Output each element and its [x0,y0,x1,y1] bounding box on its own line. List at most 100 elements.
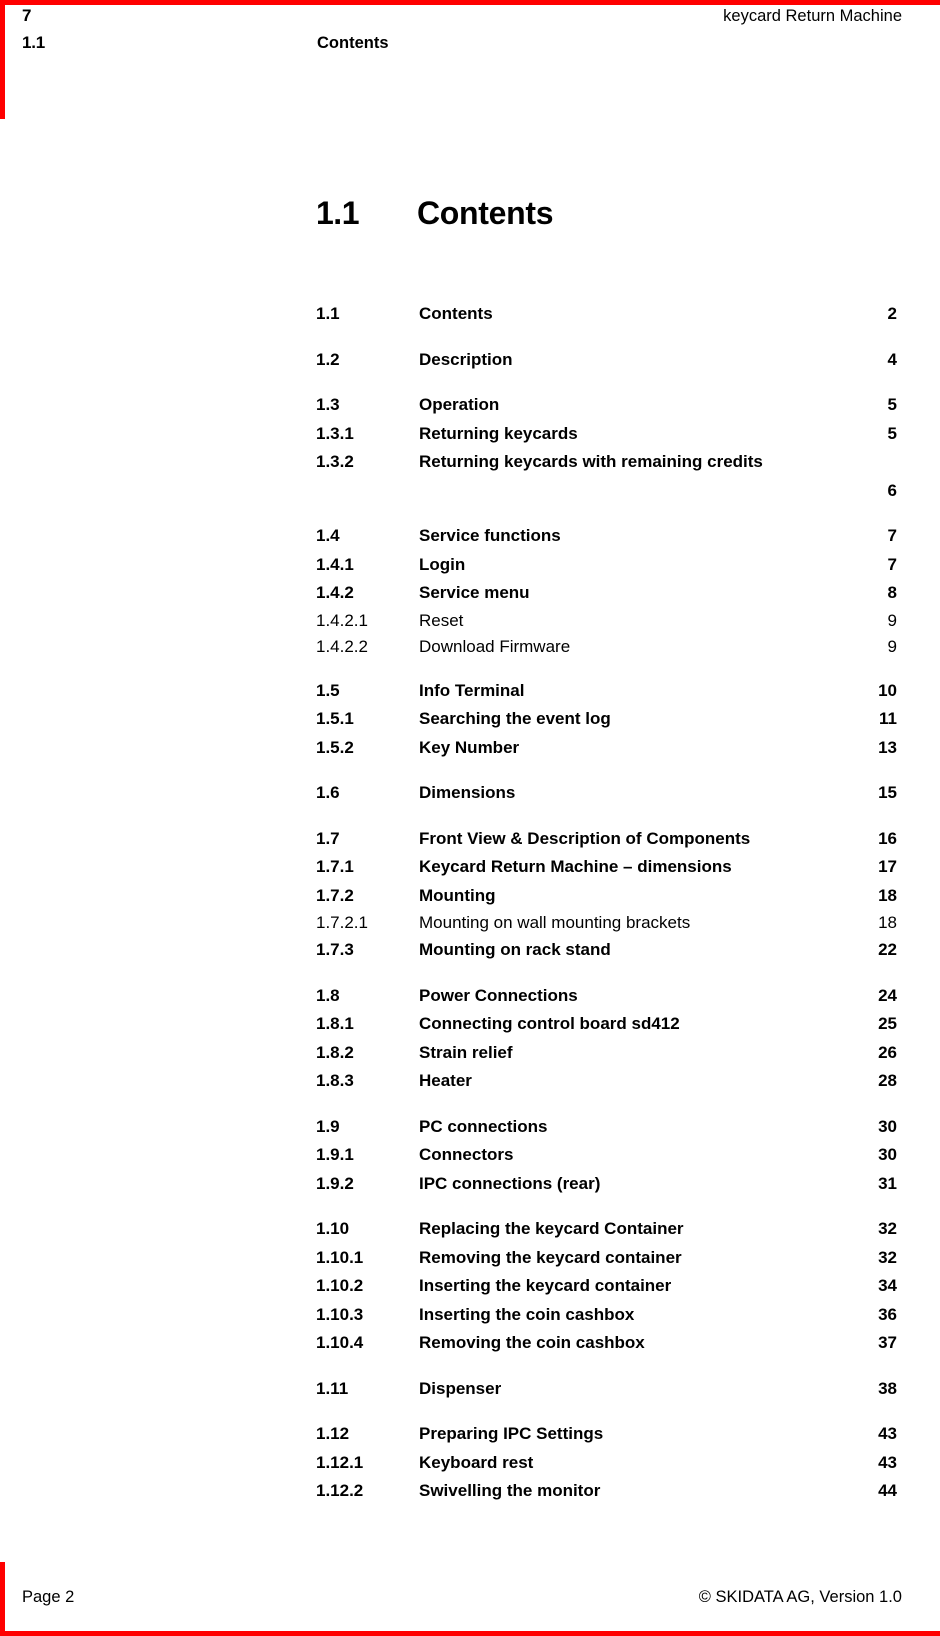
toc-entry[interactable]: 1.3.1 Returning keycards 5 [316,420,897,449]
toc-entry-title: IPC connections (rear) [419,1173,601,1193]
toc-entry-page-number: 7 [887,526,897,545]
toc-entry-number: 1.8.2 [316,1042,354,1062]
toc-entry-title: Power Connections [419,985,578,1005]
toc-entry[interactable]: 1.8 Power Connections 24 [316,982,897,1011]
toc-entry-page-number: 38 [878,1378,897,1398]
toc-entry-title: Contents [419,304,493,323]
page-title: 1.1 Contents [316,195,916,241]
toc-entry[interactable]: 1.10.4 Removing the coin cashbox 37 [316,1329,897,1358]
toc-entry[interactable]: 1.3.2 Returning keycards with remaining c… [316,448,897,505]
toc-entry[interactable]: 1.2 Description 4 [316,346,897,375]
toc-entry-title: PC connections [419,1116,548,1136]
toc-group: 1.11 Dispenser 38 [316,1375,897,1404]
toc-entry[interactable]: 1.5.2 Key Number 13 [316,734,897,763]
toc-entry-title: Dispenser [419,1378,502,1398]
toc-entry-number: 1.3 [316,395,340,414]
toc-entry-page-number: 9 [887,610,897,630]
toc-entry-title: Heater [419,1071,472,1090]
header-row-chapter: 7 keycard Return Machine [22,6,902,33]
toc-entry[interactable]: 1.7.1 Keycard Return Machine – dimensions… [316,853,897,882]
toc-entry[interactable]: 1.4.1 Login 7 [316,551,897,580]
toc-entry-page-number: 18 [878,885,897,905]
toc-entry-title: Connectors [419,1145,514,1164]
toc-entry-number: 1.10 [316,1219,350,1238]
toc-entry-number: 1.8.3 [316,1071,354,1090]
toc-entry-title: Keycard Return Machine – dimensions [419,857,732,876]
toc-entry-number: 1.7.3 [316,940,354,959]
toc-entry-title: Dimensions [419,783,516,802]
toc-group: 1.9 PC connections 30 1.9.1 Connectors 30 1.9.… [316,1113,897,1199]
toc-entry-number: 1.5 [316,680,340,700]
toc-entry[interactable]: 1.10.3 Inserting the coin cashbox 36 [316,1301,897,1330]
toc-entry-title: Login [419,554,466,574]
toc-entry[interactable]: 1.8.3 Heater 28 [316,1067,897,1096]
toc-entry-page-number: 44 [878,1481,897,1500]
toc-entry-page-number: 26 [878,1042,897,1062]
toc-entry-page-number: 9 [887,636,897,656]
toc-entry-page-number: 30 [878,1116,897,1136]
toc-entry-page-number: 28 [878,1071,897,1090]
toc-entry-number: 1.7.2 [316,885,354,905]
toc-entry[interactable]: 1.12.2 Swivelling the monitor 44 [316,1477,897,1506]
toc-entry-number: 1.8.1 [316,1014,354,1033]
toc-entry-page-number: 37 [878,1333,897,1352]
toc-entry-number: 1.1 [316,304,340,323]
toc-entry-number: 1.11 [316,1378,349,1398]
toc-entry-page-number: 32 [878,1219,897,1238]
toc-group: 1.2 Description 4 [316,346,897,375]
page-header: 7 keycard Return Machine 1.1 Contents [22,6,902,60]
footer-copyright: © SKIDATA AG, Version 1.0 [698,1588,902,1606]
toc-entry[interactable]: 1.10 Replacing the keycard Container 32 [316,1215,897,1244]
toc-entry[interactable]: 1.7.3 Mounting on rack stand 22 [316,936,897,965]
toc-entry[interactable]: 1.7.2.1 Mounting on wall mounting bracket… [316,910,897,936]
toc-group: 1.12 Preparing IPC Settings 43 1.12.1 Keyboa… [316,1420,897,1506]
toc-entry-number: 1.10.2 [316,1276,364,1295]
toc-entry[interactable]: 1.10.2 Inserting the keycard container 34 [316,1272,897,1301]
toc-entry-title: Swivelling the monitor [419,1481,601,1500]
toc-entry[interactable]: 1.7.2 Mounting 18 [316,882,897,911]
toc-entry-title: Replacing the keycard Container [419,1219,684,1238]
toc-entry[interactable]: 1.8.1 Connecting control board sd412 25 [316,1010,897,1039]
toc-entry-page-number: 32 [878,1247,897,1267]
toc-entry[interactable]: 1.9.2 IPC connections (rear) 31 [316,1170,897,1199]
toc-entry-number: 1.5.2 [316,737,354,757]
toc-entry[interactable]: 1.5 Info Terminal 10 [316,677,897,706]
toc-entry[interactable]: 1.4.2.1 Reset 9 [316,608,897,634]
toc-entry[interactable]: 1.4.2.2 Download Firmware 9 [316,634,897,660]
toc-entry-page-number: 24 [878,985,897,1005]
toc-entry[interactable]: 1.12 Preparing IPC Settings 43 [316,1420,897,1449]
toc-entry-number: 1.3.1 [316,423,354,443]
toc-group: 1.6 Dimensions 15 [316,779,897,808]
toc-entry[interactable]: 1.7 Front View & Description of Component… [316,825,897,854]
header-chapter-number: 7 [22,6,32,25]
toc-entry-title: Removing the coin cashbox [419,1333,645,1352]
toc-entry[interactable]: 1.9.1 Connectors 30 [316,1141,897,1170]
toc-entry-title: Service functions [419,526,561,545]
toc-entry[interactable]: 1.1 Contents 2 [316,300,897,329]
toc-entry[interactable]: 1.6 Dimensions 15 [316,779,897,808]
toc-entry[interactable]: 1.4 Service functions 7 [316,522,897,551]
toc-entry-page-number: 11 [879,709,897,728]
toc-entry-title: Service menu [419,583,530,602]
toc-entry-title: Searching the event log [419,709,611,728]
toc-entry-title: Description [419,349,513,369]
toc-entry[interactable]: 1.4.2 Service menu 8 [316,579,897,608]
toc-group: 1.1 Contents 2 [316,300,897,329]
toc-entry-title: Preparing IPC Settings [419,1424,604,1443]
toc-entry[interactable]: 1.11 Dispenser 38 [316,1375,897,1404]
toc-entry-title: Front View & Description of Components [419,828,751,848]
toc-entry[interactable]: 1.12.1 Keyboard rest 43 [316,1449,897,1478]
toc-entry-title: Mounting on rack stand [419,940,611,959]
toc-entry[interactable]: 1.9 PC connections 30 [316,1113,897,1142]
toc-entry-number: 1.4.2.1 [316,610,368,630]
footer-page-label: Page 2 [22,1588,75,1606]
toc-entry[interactable]: 1.3 Operation 5 [316,391,897,420]
toc-entry-page-number: 43 [878,1424,897,1443]
toc-entry[interactable]: 1.5.1 Searching the event log 11 [316,705,897,734]
toc-entry-page-number: 25 [878,1014,897,1033]
toc-entry[interactable]: 1.8.2 Strain relief 26 [316,1039,897,1068]
toc-entry-number: 1.12 [316,1424,350,1443]
toc-entry[interactable]: 1.10.1 Removing the keycard container 32 [316,1244,897,1273]
page-footer: Page 2 © SKIDATA AG, Version 1.0 [22,1588,902,1614]
toc-entry-number: 1.3.2 [316,452,354,471]
